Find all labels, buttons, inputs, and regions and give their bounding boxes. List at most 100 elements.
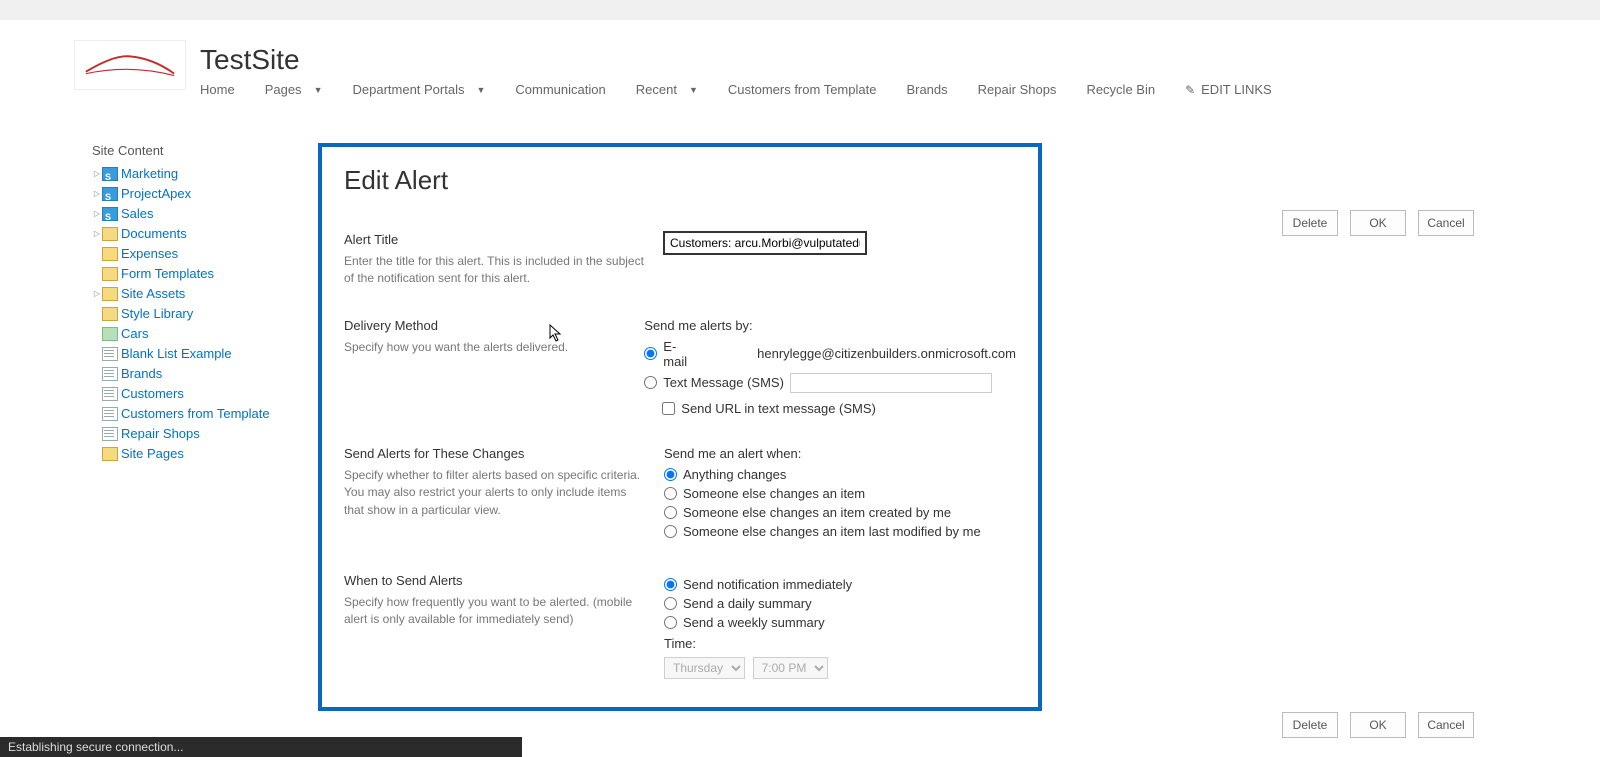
nav-recent[interactable]: Recent▼	[636, 82, 698, 97]
tree-link[interactable]: Customers from Template	[121, 405, 270, 423]
delivery-head: Delivery Method	[344, 318, 626, 333]
nav-pages-label: Pages	[265, 82, 302, 97]
when-desc: Specify how frequently you want to be al…	[344, 594, 646, 629]
send-url-checkbox[interactable]	[662, 402, 675, 415]
change-someone-label: Someone else changes an item	[683, 486, 865, 501]
when-weekly-label: Send a weekly summary	[683, 615, 825, 630]
folder-icon	[102, 307, 118, 321]
top-nav: Home Pages ▼ Department Portals▼ Communic…	[0, 82, 1600, 109]
section-alert-title: Alert Title Enter the title for this ale…	[344, 232, 1016, 288]
send-url-label: Send URL in text message (SMS)	[681, 401, 876, 416]
delivery-email-radio[interactable]	[644, 347, 657, 360]
nav-recycle-bin[interactable]: Recycle Bin	[1086, 82, 1155, 97]
tree-link[interactable]: Customers	[121, 385, 184, 403]
site-icon	[102, 207, 118, 221]
expander-icon[interactable]: ▷	[92, 185, 102, 203]
tree-link[interactable]: Marketing	[121, 165, 178, 183]
list-icon	[102, 427, 118, 441]
nav-customers-from-template[interactable]: Customers from Template	[728, 82, 877, 97]
edit-links-label: EDIT LINKS	[1201, 82, 1272, 97]
tree-title: Site Content	[92, 143, 300, 158]
nav-communication[interactable]: Communication	[515, 82, 605, 97]
delete-button[interactable]: Delete	[1282, 210, 1338, 236]
change-created-by-me-label: Someone else changes an item created by …	[683, 505, 951, 520]
site-icon	[102, 187, 118, 201]
tree-link[interactable]: Brands	[121, 365, 162, 383]
site-icon	[102, 167, 118, 181]
tree-item: ▷ ProjectApex	[92, 184, 300, 204]
alert-title-input[interactable]	[664, 232, 866, 254]
button-bar-bottom: Delete OK Cancel	[1282, 712, 1474, 738]
nav-brands[interactable]: Brands	[906, 82, 947, 97]
tree-link[interactable]: Sales	[121, 205, 154, 223]
tree-link[interactable]: Repair Shops	[121, 425, 200, 443]
folder-icon	[102, 287, 118, 301]
when-immediate-radio[interactable]	[664, 578, 677, 591]
edit-alert-form: Edit Alert Alert Title Enter the title f…	[318, 143, 1042, 711]
expander-icon[interactable]: ▷	[92, 225, 102, 243]
nav-home[interactable]: Home	[200, 82, 235, 97]
time-hour-select[interactable]: 7:00 PM	[753, 657, 828, 679]
alert-title-head: Alert Title	[344, 232, 646, 247]
when-daily-label: Send a daily summary	[683, 596, 812, 611]
tree-link[interactable]: Expenses	[121, 245, 178, 263]
site-title: TestSite	[200, 44, 300, 76]
button-bar-top: Delete OK Cancel	[1282, 210, 1474, 236]
tree-link[interactable]: Style Library	[121, 305, 193, 323]
site-logo[interactable]	[74, 40, 186, 90]
tree-item: Repair Shops	[92, 424, 300, 444]
site-header: TestSite Home Pages ▼ Department Portals▼…	[0, 20, 1600, 109]
tree-item: Form Templates	[92, 264, 300, 284]
changes-head: Send Alerts for These Changes	[344, 446, 646, 461]
when-head: When to Send Alerts	[344, 573, 646, 588]
when-weekly-radio[interactable]	[664, 616, 677, 629]
pencil-icon: ✎	[1185, 83, 1195, 97]
when-immediate-label: Send notification immediately	[683, 577, 852, 592]
tree-link[interactable]: ProjectApex	[121, 185, 191, 203]
list-icon	[102, 347, 118, 361]
delivery-email-label: E-mail	[663, 339, 687, 369]
nav-department-portals[interactable]: Department Portals▼	[352, 82, 485, 97]
delivery-sms-input[interactable]	[790, 373, 992, 393]
tree-link[interactable]: Site Assets	[121, 285, 185, 303]
change-anything-radio[interactable]	[664, 468, 677, 481]
ok-button[interactable]: OK	[1350, 210, 1406, 236]
change-modified-by-me-radio[interactable]	[664, 525, 677, 538]
tree-item: Style Library	[92, 304, 300, 324]
alert-title-desc: Enter the title for this alert. This is …	[344, 253, 646, 288]
list-icon	[102, 387, 118, 401]
edit-links-button[interactable]: ✎ EDIT LINKS	[1185, 82, 1272, 97]
change-modified-by-me-label: Someone else changes an item last modifi…	[683, 524, 981, 539]
change-created-by-me-radio[interactable]	[664, 506, 677, 519]
expander-icon[interactable]: ▷	[92, 205, 102, 223]
tree-item: ▷ Site Assets	[92, 284, 300, 304]
tree-item: Customers	[92, 384, 300, 404]
ok-button[interactable]: OK	[1350, 712, 1406, 738]
change-someone-radio[interactable]	[664, 487, 677, 500]
tree-link[interactable]: Cars	[121, 325, 148, 343]
tree-item: Cars	[92, 324, 300, 344]
cancel-button[interactable]: Cancel	[1418, 712, 1474, 738]
tree-link[interactable]: Site Pages	[121, 445, 184, 463]
tree-item: Customers from Template	[92, 404, 300, 424]
nav-dept-label: Department Portals	[352, 82, 464, 97]
when-daily-radio[interactable]	[664, 597, 677, 610]
nav-pages[interactable]: Pages ▼	[265, 82, 323, 97]
delivery-email-value: henrylegge@citizenbuilders.onmicrosoft.c…	[757, 346, 1016, 361]
list-icon	[102, 367, 118, 381]
pic-icon	[102, 327, 118, 341]
tree-item: ▷ Documents	[92, 224, 300, 244]
time-day-select[interactable]: Thursday	[664, 657, 745, 679]
delete-button[interactable]: Delete	[1282, 712, 1338, 738]
chevron-down-icon: ▼	[314, 85, 323, 95]
expander-icon[interactable]: ▷	[92, 285, 102, 303]
tree-item: ▷ Sales	[92, 204, 300, 224]
nav-repair-shops[interactable]: Repair Shops	[978, 82, 1057, 97]
tree-link[interactable]: Documents	[121, 225, 187, 243]
tree-link[interactable]: Blank List Example	[121, 345, 232, 363]
tree-link[interactable]: Form Templates	[121, 265, 214, 283]
expander-icon[interactable]: ▷	[92, 165, 102, 183]
delivery-sms-radio[interactable]	[644, 376, 657, 389]
tree-item: Expenses	[92, 244, 300, 264]
cancel-button[interactable]: Cancel	[1418, 210, 1474, 236]
